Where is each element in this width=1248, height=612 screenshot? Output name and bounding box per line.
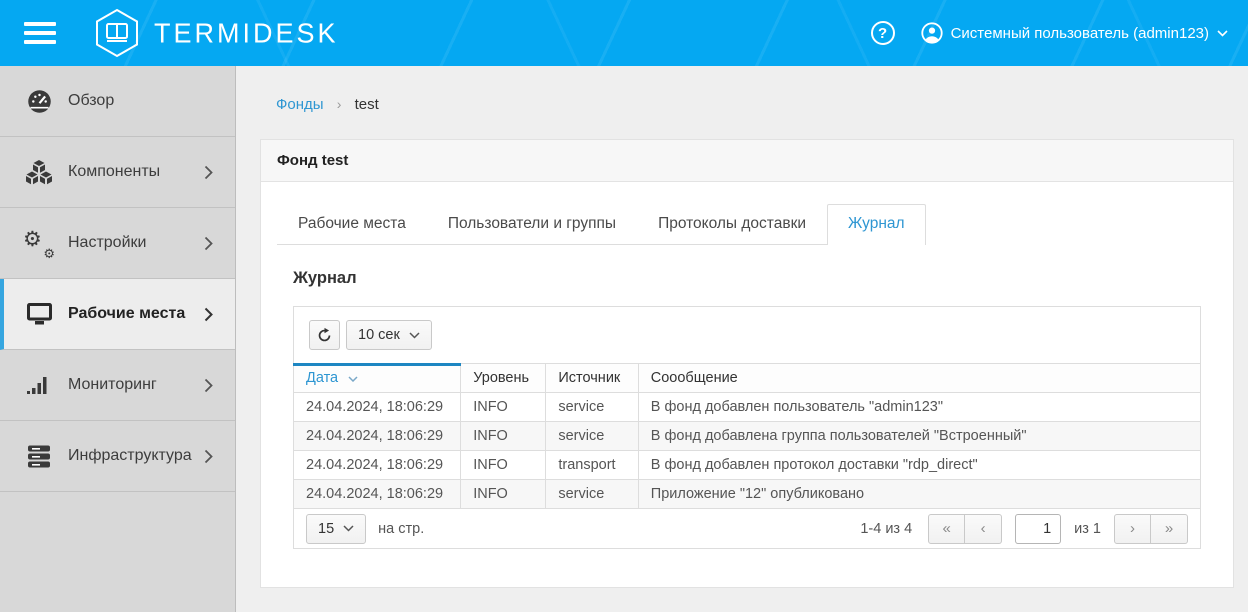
sidebar-item-workplaces[interactable]: Рабочие места	[0, 279, 235, 350]
cell-message: В фонд добавлен пользователь "admin123"	[638, 393, 1200, 422]
cell-level: INFO	[461, 451, 546, 480]
dashboard-icon	[24, 88, 54, 115]
table-row[interactable]: 24.04.2024, 18:06:29 INFO transport В фо…	[294, 451, 1200, 480]
page-size-value: 15	[318, 521, 334, 537]
sidebar: Обзор Компоненты	[0, 66, 236, 612]
user-avatar-icon	[921, 22, 943, 44]
pagination: 1-4 из 4 « ‹ из 1 › »	[860, 514, 1188, 544]
sidebar-item-infrastructure[interactable]: Инфраструктура	[0, 421, 235, 492]
of-pages-label: из 1	[1074, 521, 1101, 537]
range-label: 1-4 из 4	[860, 521, 912, 537]
components-icon	[24, 159, 54, 185]
cell-message: В фонд добавлена группа пользователей "В…	[638, 422, 1200, 451]
termidesk-logo-icon	[94, 8, 140, 58]
sort-desc-icon	[348, 370, 358, 386]
chevron-down-icon	[343, 525, 354, 532]
chevron-down-icon	[409, 332, 420, 339]
main-content: Фонды › test Фонд test Рабочие места Пол…	[236, 66, 1248, 612]
breadcrumb-link-funds[interactable]: Фонды	[276, 96, 324, 113]
table-row[interactable]: 24.04.2024, 18:06:29 INFO service Прилож…	[294, 480, 1200, 509]
cell-level: INFO	[461, 480, 546, 509]
chevron-right-icon	[204, 165, 213, 180]
app-header: TERMIDESK ? Системный пользователь (admi…	[0, 0, 1248, 66]
tab-delivery-protocols[interactable]: Протоколы доставки	[637, 204, 827, 245]
breadcrumb-current: test	[355, 96, 379, 113]
sidebar-item-monitoring[interactable]: Мониторинг	[0, 350, 235, 421]
chevron-right-icon	[204, 236, 213, 251]
prev-page-button[interactable]: ‹	[965, 514, 1002, 544]
table-footer: 15 на стр. 1-4 из 4 « ‹	[294, 509, 1200, 548]
per-page-label: на стр.	[378, 521, 424, 537]
journal-heading: Журнал	[293, 269, 1201, 288]
hamburger-menu-icon[interactable]	[24, 22, 56, 44]
page-number-input[interactable]	[1015, 514, 1061, 544]
workplaces-icon	[24, 302, 54, 326]
chevron-down-icon	[1217, 30, 1228, 37]
infrastructure-icon	[24, 444, 54, 469]
sidebar-item-overview[interactable]: Обзор	[0, 66, 235, 137]
card-title: Фонд test	[261, 140, 1233, 182]
journal-table: Дата Уровень Источник Соообщение	[294, 363, 1200, 509]
cell-date: 24.04.2024, 18:06:29	[294, 422, 461, 451]
page-size-select[interactable]: 15	[306, 514, 366, 544]
cell-date: 24.04.2024, 18:06:29	[294, 393, 461, 422]
chevron-right-icon	[204, 307, 213, 322]
column-header-message[interactable]: Соообщение	[638, 364, 1200, 393]
sidebar-item-label: Компоненты	[68, 163, 160, 181]
cell-message: Приложение "12" опубликовано	[638, 480, 1200, 509]
cell-level: INFO	[461, 393, 546, 422]
cell-source: service	[546, 393, 638, 422]
tab-bar: Рабочие места Пользователи и группы Прот…	[277, 204, 926, 245]
journal-table-widget: 10 сек Дата	[293, 306, 1201, 549]
refresh-interval-value: 10 сек	[358, 327, 400, 343]
sidebar-item-components[interactable]: Компоненты	[0, 137, 235, 208]
last-page-button[interactable]: »	[1151, 514, 1188, 544]
column-header-date[interactable]: Дата	[294, 364, 461, 393]
chevron-right-icon	[204, 378, 213, 393]
breadcrumb-separator: ›	[337, 96, 342, 112]
table-row[interactable]: 24.04.2024, 18:06:29 INFO service В фонд…	[294, 422, 1200, 451]
chevron-right-icon	[204, 449, 213, 464]
table-row[interactable]: 24.04.2024, 18:06:29 INFO service В фонд…	[294, 393, 1200, 422]
tab-users-groups[interactable]: Пользователи и группы	[427, 204, 637, 245]
column-header-level[interactable]: Уровень	[461, 364, 546, 393]
user-menu[interactable]: Системный пользователь (admin123)	[921, 22, 1228, 44]
sidebar-item-settings[interactable]: ⚙⚙ Настройки	[0, 208, 235, 279]
sidebar-item-label: Мониторинг	[68, 376, 157, 394]
brand: TERMIDESK	[94, 8, 339, 58]
sidebar-item-label: Рабочие места	[68, 305, 185, 323]
next-page-button[interactable]: ›	[1114, 514, 1151, 544]
cell-date: 24.04.2024, 18:06:29	[294, 451, 461, 480]
monitoring-icon	[24, 373, 54, 397]
sidebar-item-label: Настройки	[68, 234, 146, 252]
cell-message: В фонд добавлен протокол доставки "rdp_d…	[638, 451, 1200, 480]
table-header-row: Дата Уровень Источник Соообщение	[294, 364, 1200, 393]
brand-name: TERMIDESK	[154, 17, 339, 49]
cell-date: 24.04.2024, 18:06:29	[294, 480, 461, 509]
refresh-button[interactable]	[309, 320, 340, 350]
sidebar-item-label: Инфраструктура	[68, 447, 192, 465]
cell-source: transport	[546, 451, 638, 480]
sidebar-item-label: Обзор	[68, 92, 114, 110]
tab-journal[interactable]: Журнал	[827, 204, 926, 245]
breadcrumb: Фонды › test	[260, 66, 1234, 113]
cell-level: INFO	[461, 422, 546, 451]
user-name-label: Системный пользователь (admin123)	[951, 25, 1209, 42]
cell-source: service	[546, 422, 638, 451]
settings-icon: ⚙⚙	[24, 230, 54, 256]
help-icon[interactable]: ?	[871, 21, 895, 45]
column-header-source[interactable]: Источник	[546, 364, 638, 393]
fund-card: Фонд test Рабочие места Пользователи и г…	[260, 139, 1234, 588]
tab-workplaces[interactable]: Рабочие места	[277, 204, 427, 245]
cell-source: service	[546, 480, 638, 509]
first-page-button[interactable]: «	[928, 514, 965, 544]
refresh-interval-select[interactable]: 10 сек	[346, 320, 432, 350]
journal-toolbar: 10 сек	[294, 307, 1200, 363]
